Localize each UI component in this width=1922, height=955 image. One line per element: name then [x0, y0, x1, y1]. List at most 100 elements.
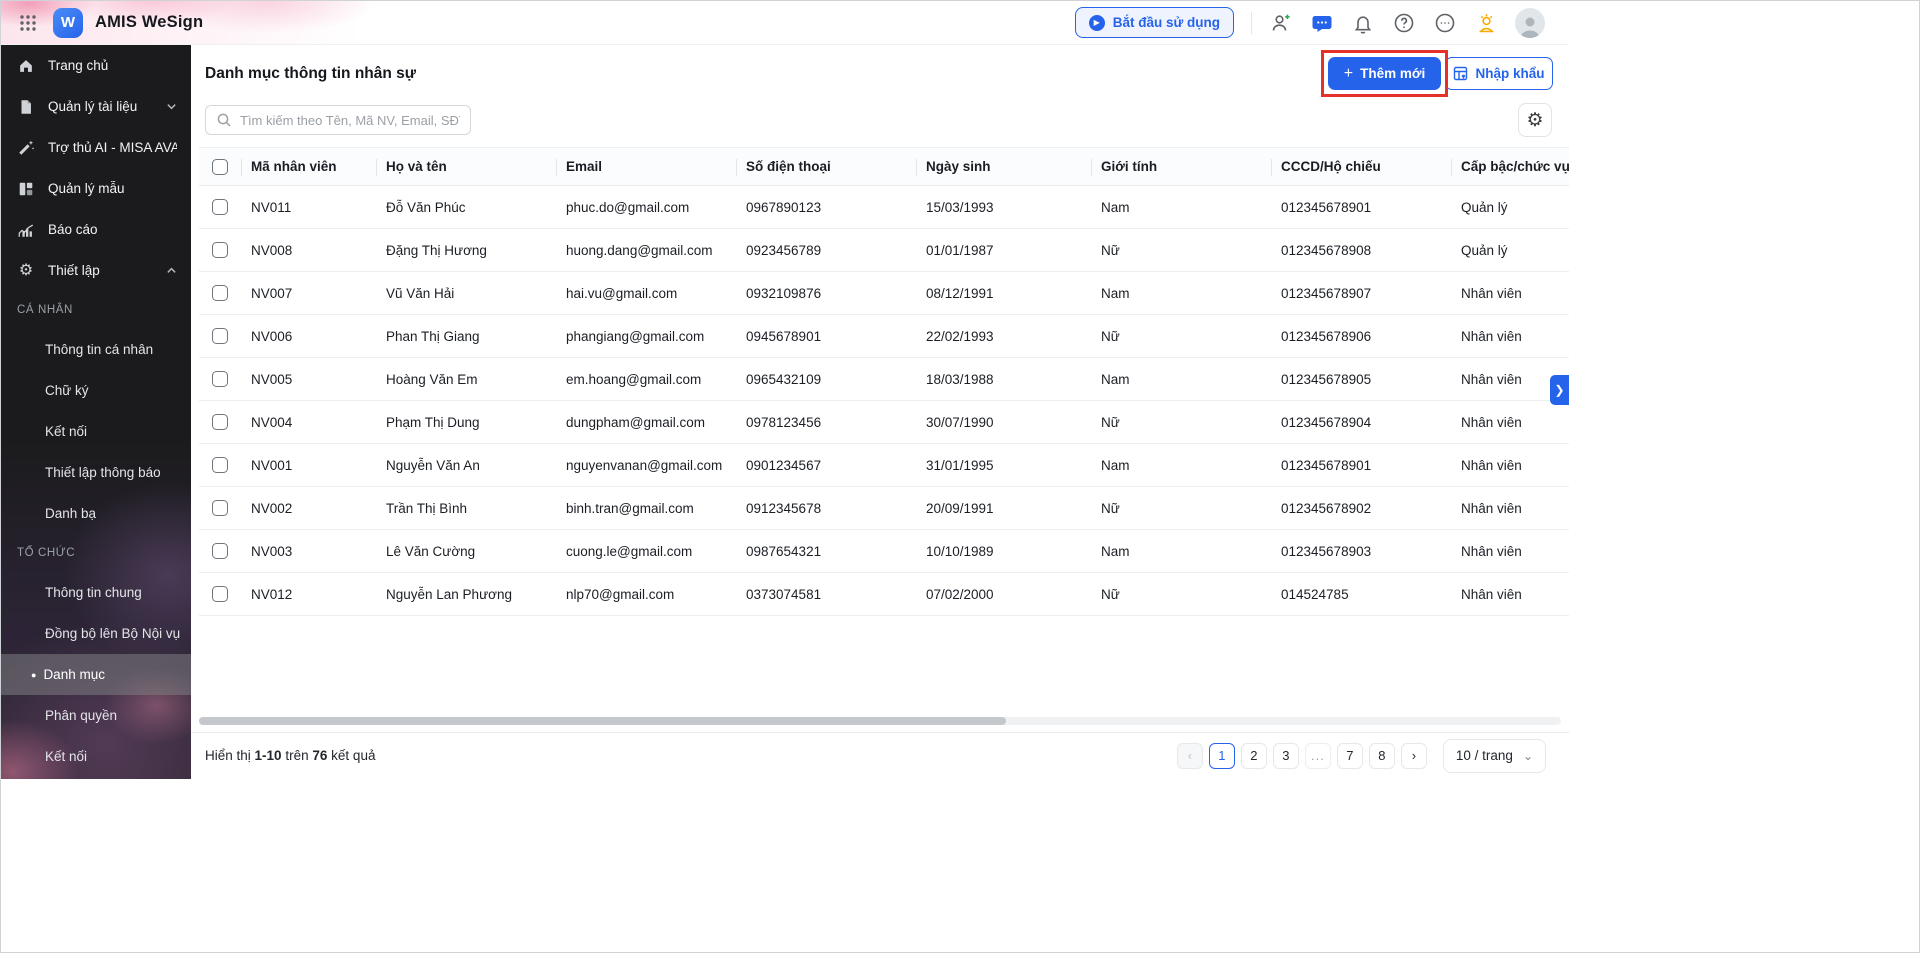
table-row-nv007[interactable]: NV007 Vũ Văn Hải hai.vu@gmail.com 093210987…: [199, 272, 1569, 315]
pagination-page-8[interactable]: 8: [1368, 742, 1395, 769]
row-checkbox[interactable]: [212, 543, 228, 559]
sidebar-subitem-label: Kết nối: [45, 424, 88, 439]
lamp-icon: [1479, 14, 1493, 33]
sidebar-item-label: Quản lý mẫu: [48, 181, 125, 196]
sidebar-subitem-chu-ky[interactable]: Chữ ký: [1, 370, 191, 411]
invite-user-button[interactable]: [1269, 11, 1293, 35]
pagination-page-2[interactable]: 2: [1240, 742, 1267, 769]
cell-gender: Nữ: [1101, 328, 1120, 344]
sidebar-item-thiet-lap[interactable]: ⚙ Thiết lập: [1, 250, 191, 291]
sidebar-subitem-label: Kết nối: [45, 749, 88, 764]
app-title: AMIS WeSign: [95, 13, 204, 31]
sidebar-subitem-ket-noi[interactable]: Kết nối: [1, 411, 191, 452]
cell-rank: Nhân viên: [1461, 543, 1522, 559]
column-header-ma-nhan-vien: Mã nhân viên: [241, 148, 376, 185]
add-new-button[interactable]: + Thêm mới: [1328, 57, 1441, 90]
whats-new-button[interactable]: [1474, 11, 1498, 35]
horizontal-scrollbar-thumb[interactable]: [199, 717, 1006, 725]
gear-icon: ⚙: [18, 261, 34, 279]
sidebar-subitem-thong-tin-ca-nhan[interactable]: Thông tin cá nhân: [1, 329, 191, 370]
start-using-button[interactable]: ▶ Bắt đầu sử dụng: [1074, 7, 1234, 38]
row-checkbox[interactable]: [212, 199, 228, 215]
horizontal-scrollbar-track[interactable]: [199, 717, 1561, 725]
pagination-next-button[interactable]: ›: [1400, 742, 1427, 769]
pagination-page-1[interactable]: 1: [1208, 742, 1235, 769]
chevron-down-icon: ⌄: [1522, 748, 1533, 763]
chart-icon: [17, 221, 35, 239]
row-checkbox-cell: [199, 315, 241, 357]
user-avatar[interactable]: [1515, 7, 1545, 38]
cell-email: dungpham@gmail.com: [566, 414, 706, 430]
sidebar-subitem-danh-ba[interactable]: Danh bạ: [1, 493, 191, 534]
sidebar-subitem-thong-tin-chung[interactable]: Thông tin chung: [1, 572, 191, 613]
sidebar-item-quan-ly-mau[interactable]: Quản lý mẫu: [1, 168, 191, 209]
cell-code: NV001: [251, 457, 293, 473]
sidebar-subitem-ket-noi[interactable]: Kết nối: [1, 736, 191, 777]
table-row-nv011[interactable]: NV011 Đỗ Văn Phúc phuc.do@gmail.com 0967890…: [199, 186, 1569, 229]
more-button[interactable]: [1433, 11, 1457, 35]
table-row-nv005[interactable]: NV005 Hoàng Văn Em em.hoang@gmail.com 09654…: [199, 358, 1569, 401]
cell-code: NV002: [251, 500, 293, 516]
cell-dob: 22/02/1993: [926, 328, 994, 344]
sidebar-subitem-thiet-lap-thong-bao[interactable]: Thiết lập thông báo: [1, 452, 191, 493]
row-checkbox-cell: [199, 186, 241, 228]
cell-phone: 0945678901: [746, 328, 822, 344]
table-row-nv004[interactable]: NV004 Phạm Thị Dung dungpham@gmail.com 0978…: [199, 401, 1569, 444]
column-header-gioi-tinh: Giới tính: [1091, 148, 1271, 185]
cell-name: Đỗ Văn Phúc: [386, 199, 466, 215]
page-title: Danh mục thông tin nhân sự: [205, 65, 416, 82]
import-button[interactable]: Nhập khẩu: [1445, 57, 1553, 90]
table-body: NV011 Đỗ Văn Phúc phuc.do@gmail.com 0967890…: [199, 186, 1569, 616]
notifications-button[interactable]: [1351, 11, 1375, 35]
cell-email: binh.tran@gmail.com: [566, 500, 694, 516]
row-checkbox[interactable]: [212, 285, 228, 301]
table-row-nv008[interactable]: NV008 Đặng Thị Hương huong.dang@gmail.com 0…: [199, 229, 1569, 272]
sidebar-subitem-label: Danh bạ: [45, 506, 97, 521]
sidebar-subitem-phan-quyen[interactable]: Phân quyền: [1, 695, 191, 736]
table-row-nv002[interactable]: NV002 Trần Thị Bình binh.tran@gmail.com 091…: [199, 487, 1569, 530]
table-row-nv001[interactable]: NV001 Nguyễn Văn An nguyenvanan@gmail.com 0…: [199, 444, 1569, 487]
pagination-page-3[interactable]: 3: [1272, 742, 1299, 769]
cell-rank: Quản lý: [1461, 242, 1508, 258]
sidebar-item-bao-cao[interactable]: Báo cáo: [1, 209, 191, 250]
sidebar-item-tro-thu-ai-misa-ava[interactable]: Trợ thủ AI - MISA AVA: [1, 127, 191, 168]
pagination-ellipsis[interactable]: ...: [1304, 742, 1331, 769]
row-checkbox[interactable]: [212, 586, 228, 602]
sidebar-item-trang-chu[interactable]: Trang chủ: [1, 45, 191, 86]
select-all-checkbox[interactable]: [212, 158, 228, 175]
row-checkbox-cell: [199, 358, 241, 400]
grid-dots-icon: [20, 14, 36, 31]
import-table-icon: [1454, 66, 1468, 81]
search-input[interactable]: [240, 112, 460, 128]
column-settings-button[interactable]: ⚙: [1518, 103, 1552, 137]
table-row-nv006[interactable]: NV006 Phan Thị Giang phangiang@gmail.com 09…: [199, 315, 1569, 358]
help-button[interactable]: [1392, 11, 1416, 35]
cell-dob: 07/02/2000: [926, 586, 994, 602]
row-checkbox[interactable]: [212, 371, 228, 387]
sidebar-item-label: Quản lý tài liệu: [48, 99, 138, 114]
cell-rank: Nhân viên: [1461, 414, 1522, 430]
row-checkbox[interactable]: [212, 242, 228, 258]
cell-rank: Nhân viên: [1461, 328, 1522, 344]
sidebar-subitem-ong-bo-len-bo-noi-vu[interactable]: Đồng bộ lên Bộ Nội vụ: [1, 613, 191, 654]
sidebar-item-quan-ly-tai-lieu[interactable]: Quản lý tài liệu: [1, 86, 191, 127]
expand-panel-button[interactable]: ❯: [1550, 375, 1569, 405]
sidebar-subitem-label: Thông tin cá nhân: [45, 342, 154, 357]
app-launcher-grid-icon[interactable]: [15, 10, 41, 36]
table-row-nv003[interactable]: NV003 Lê Văn Cường cuong.le@gmail.com 09876…: [199, 530, 1569, 573]
pagination-prev-button[interactable]: ‹: [1176, 742, 1203, 769]
chat-button[interactable]: [1310, 11, 1334, 35]
cell-name: Nguyễn Lan Phương: [386, 586, 512, 602]
row-checkbox[interactable]: [212, 328, 228, 344]
screenshot-canvas: W AMIS WeSign ▶ Bắt đầu sử dụng Trang ch…: [0, 0, 1920, 953]
cell-gender: Nữ: [1101, 414, 1120, 430]
row-checkbox[interactable]: [212, 414, 228, 430]
page-size-select[interactable]: 10 / trang ⌄: [1442, 738, 1546, 773]
row-checkbox[interactable]: [212, 500, 228, 516]
sidebar-subitem-danh-muc-active[interactable]: ● Danh mục: [1, 654, 191, 695]
pagination-page-7[interactable]: 7: [1336, 742, 1363, 769]
table-row-nv012[interactable]: NV012 Nguyễn Lan Phương nlp70@gmail.com 037…: [199, 573, 1569, 616]
app-header: W AMIS WeSign ▶ Bắt đầu sử dụng: [1, 1, 1569, 45]
row-checkbox[interactable]: [212, 457, 228, 473]
results-summary: Hiển thị 1-10 trên 76 kết quả: [205, 748, 375, 763]
